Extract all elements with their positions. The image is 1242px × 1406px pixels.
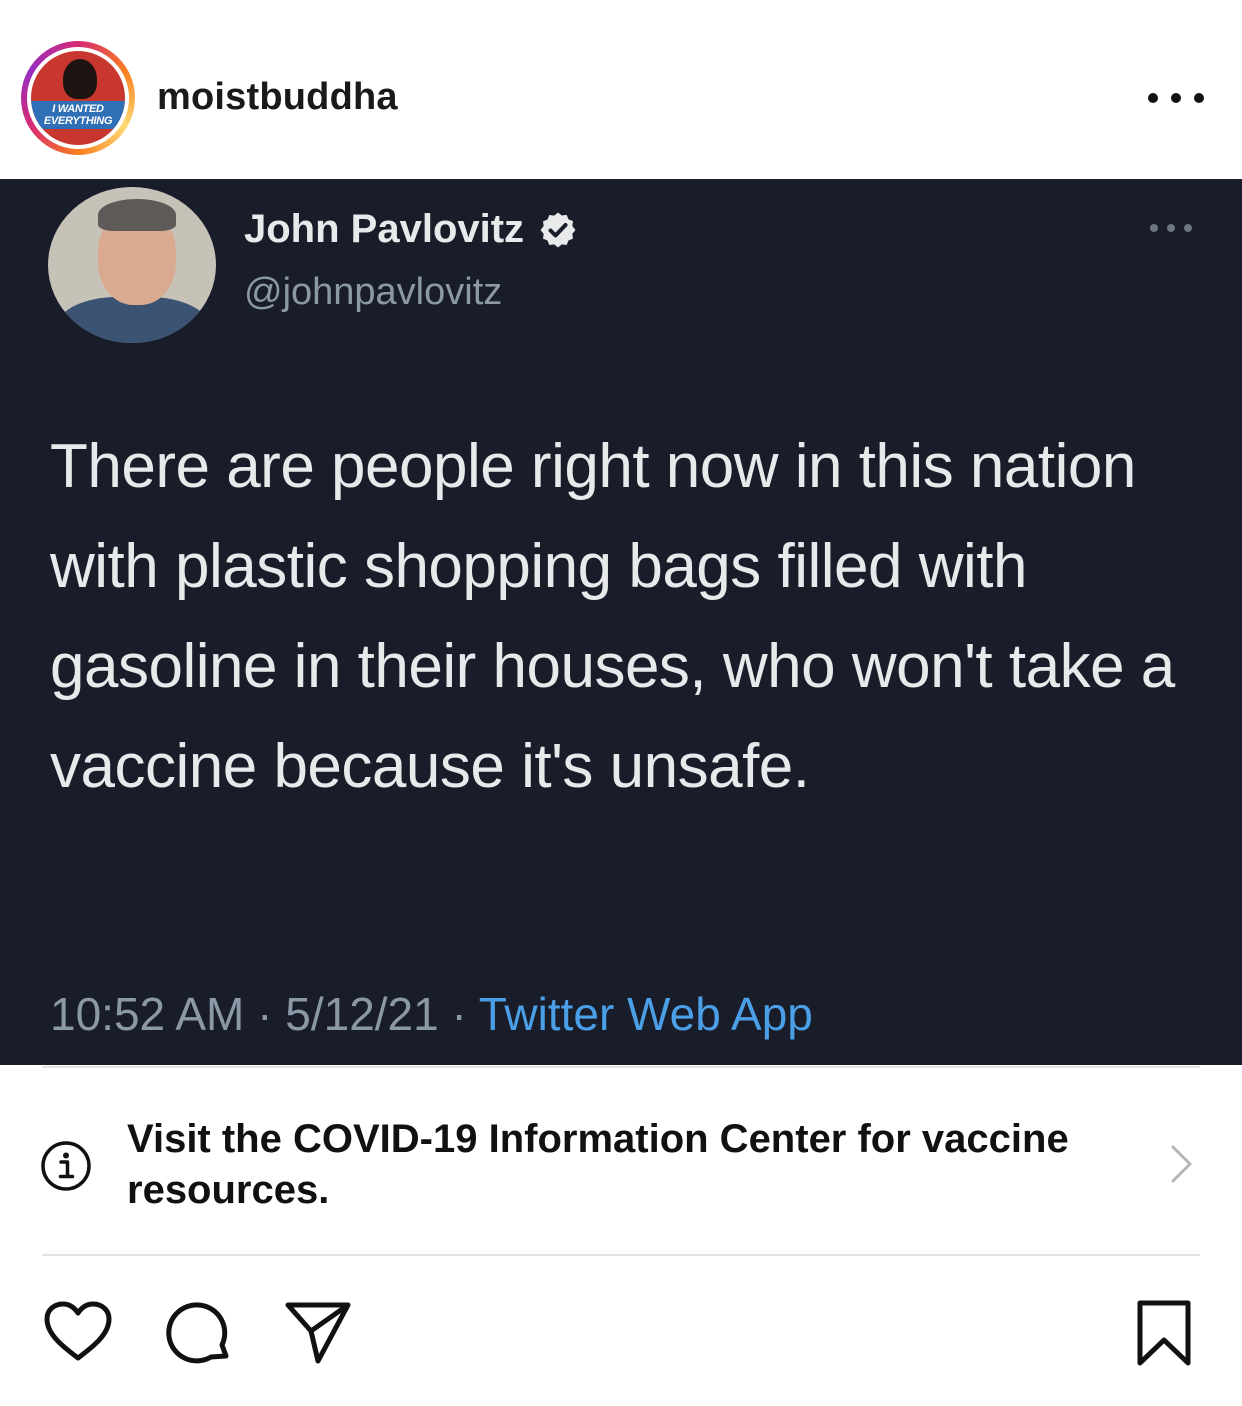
meta-separator: ·: [244, 988, 286, 1040]
covid-info-banner[interactable]: Visit the COVID-19 Information Center fo…: [0, 1070, 1242, 1254]
avatar-badge-text: I WANTED EVERYTHING: [31, 101, 125, 129]
avatar-image: I WANTED EVERYTHING: [31, 51, 125, 145]
action-bar: [0, 1290, 1242, 1390]
profile-avatar[interactable]: I WANTED EVERYTHING: [21, 41, 135, 155]
tweet-author-name-text: John Pavlovitz: [244, 207, 525, 251]
chevron-right-icon: [1171, 1145, 1192, 1183]
comment-icon[interactable]: [164, 1298, 234, 1368]
heart-icon[interactable]: [42, 1300, 114, 1364]
bookmark-icon[interactable]: [1134, 1298, 1194, 1368]
tweet-date: 5/12/21: [285, 988, 439, 1040]
tweet-meta: 10:52 AM · 5/12/21 · Twitter Web App: [50, 987, 813, 1041]
divider: [42, 1254, 1200, 1256]
tweet-screenshot[interactable]: John Pavlovitz @johnpavlovitz There are …: [0, 179, 1242, 1065]
tweet-source: Twitter Web App: [478, 988, 813, 1040]
tweet-author-avatar: [48, 187, 216, 343]
meta-separator: ·: [438, 988, 479, 1040]
covid-banner-text: Visit the COVID-19 Information Center fo…: [127, 1117, 1069, 1212]
divider: [42, 1066, 1200, 1068]
tweet-more-icon: [1150, 223, 1192, 233]
verified-badge-icon: [540, 212, 576, 247]
tweet-text: There are people right now in this natio…: [50, 432, 1175, 801]
tweet-time: 10:52 AM: [50, 988, 245, 1040]
tweet-author-handle: @johnpavlovitz: [244, 271, 503, 313]
more-horizontal-icon[interactable]: [1148, 92, 1204, 104]
username[interactable]: moistbuddha: [157, 76, 398, 119]
post-header: I WANTED EVERYTHING moistbuddha: [0, 0, 1242, 179]
info-icon: [41, 1141, 91, 1191]
paper-plane-icon[interactable]: [282, 1298, 354, 1368]
tweet-author-name: John Pavlovitz: [244, 207, 578, 252]
